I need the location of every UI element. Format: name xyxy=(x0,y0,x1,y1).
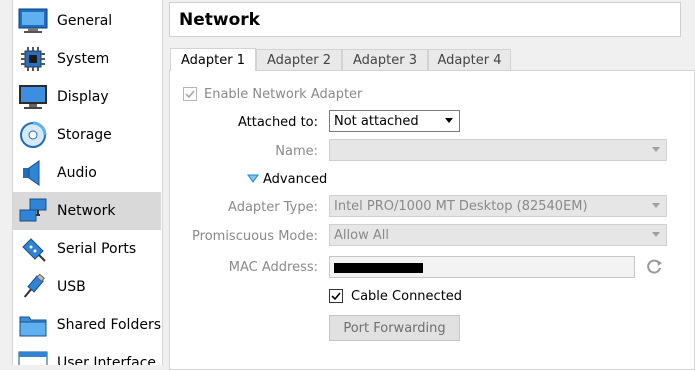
usb-icon xyxy=(17,271,49,303)
network-settings-pane: Network Adapter 1 Adapter 2 Adapter 3 Ad… xyxy=(169,0,695,370)
adapter-panel: Enable Network Adapter Attached to: Not … xyxy=(169,70,695,370)
sidebar-item-user-interface[interactable]: User Interface xyxy=(13,344,161,365)
cable-connected-label: Cable Connected xyxy=(351,289,463,304)
tab-adapter-3[interactable]: Adapter 3 xyxy=(342,49,428,70)
audio-icon xyxy=(17,157,49,189)
storage-icon xyxy=(17,119,49,151)
tab-adapter-1[interactable]: Adapter 1 xyxy=(170,48,256,71)
tab-adapter-4[interactable]: Adapter 4 xyxy=(428,49,511,70)
sidebar-item-label: Audio xyxy=(57,165,97,181)
adapter-type-select[interactable]: Intel PRO/1000 MT Desktop (82540EM) xyxy=(329,195,667,217)
chevron-down-icon xyxy=(652,232,660,237)
sidebar-item-network[interactable]: Network xyxy=(13,192,161,230)
attached-to-select[interactable]: Not attached xyxy=(329,110,460,132)
name-label: Name: xyxy=(275,144,318,159)
refresh-mac-icon[interactable] xyxy=(644,257,664,277)
sidebar-item-label: Serial Ports xyxy=(57,241,137,257)
sidebar-item-display[interactable]: Display xyxy=(13,78,161,116)
mac-address-label: MAC Address: xyxy=(228,260,318,275)
user-interface-icon xyxy=(17,347,49,365)
network-icon xyxy=(17,195,49,227)
chevron-down-icon xyxy=(652,147,660,152)
sidebar-item-label: Storage xyxy=(57,127,112,143)
promiscuous-mode-label: Promiscuous Mode: xyxy=(192,229,318,244)
general-icon xyxy=(17,5,49,37)
display-icon xyxy=(17,81,49,113)
sidebar-item-label: Display xyxy=(57,89,109,105)
attached-to-value: Not attached xyxy=(334,113,419,129)
name-select[interactable] xyxy=(329,139,667,161)
tab-adapter-2[interactable]: Adapter 2 xyxy=(256,49,342,70)
sidebar-item-serial-ports[interactable]: Serial Ports xyxy=(13,230,161,268)
expand-triangle-icon[interactable] xyxy=(247,174,259,183)
adapter-type-label: Adapter Type: xyxy=(228,200,318,215)
promiscuous-mode-select[interactable]: Allow All xyxy=(329,224,667,246)
sidebar-item-storage[interactable]: Storage xyxy=(13,116,161,154)
sidebar-item-label: User Interface xyxy=(57,355,157,365)
shared-folders-icon xyxy=(17,309,49,341)
adapter-tabs: Adapter 1 Adapter 2 Adapter 3 Adapter 4 xyxy=(169,48,689,71)
settings-sidebar: General System Display Storage Audio Net… xyxy=(12,0,163,365)
page-title: Network xyxy=(179,10,260,30)
sidebar-item-label: System xyxy=(57,51,110,67)
serial-ports-icon xyxy=(17,233,49,265)
enable-adapter-checkbox[interactable] xyxy=(183,87,197,101)
sidebar-item-system[interactable]: System xyxy=(13,40,161,78)
sidebar-item-shared-folders[interactable]: Shared Folders xyxy=(13,306,161,344)
sidebar-item-label: USB xyxy=(57,279,86,295)
enable-adapter-label: Enable Network Adapter xyxy=(204,87,363,102)
attached-to-label: Attached to: xyxy=(237,115,318,130)
promiscuous-mode-value: Allow All xyxy=(334,227,389,243)
checkmark-icon xyxy=(185,90,195,99)
page-title-box: Network xyxy=(169,2,681,37)
sidebar-item-usb[interactable]: USB xyxy=(13,268,161,306)
sidebar-item-general[interactable]: General xyxy=(13,2,161,40)
sidebar-item-audio[interactable]: Audio xyxy=(13,154,161,192)
system-icon xyxy=(17,43,49,75)
sidebar-item-label: Shared Folders xyxy=(56,317,161,333)
adapter-type-value: Intel PRO/1000 MT Desktop (82540EM) xyxy=(334,198,588,214)
sidebar-item-label: General xyxy=(57,13,113,29)
mac-redaction-bar xyxy=(334,263,423,273)
advanced-toggle[interactable]: Advanced xyxy=(263,172,327,187)
chevron-down-icon xyxy=(445,118,453,123)
port-forwarding-button[interactable]: Port Forwarding xyxy=(329,315,460,341)
sidebar-item-label: Network xyxy=(57,203,116,219)
mac-address-field[interactable] xyxy=(329,256,635,278)
cable-connected-checkbox[interactable] xyxy=(329,289,343,303)
checkmark-icon xyxy=(331,292,341,301)
chevron-down-icon xyxy=(652,203,660,208)
